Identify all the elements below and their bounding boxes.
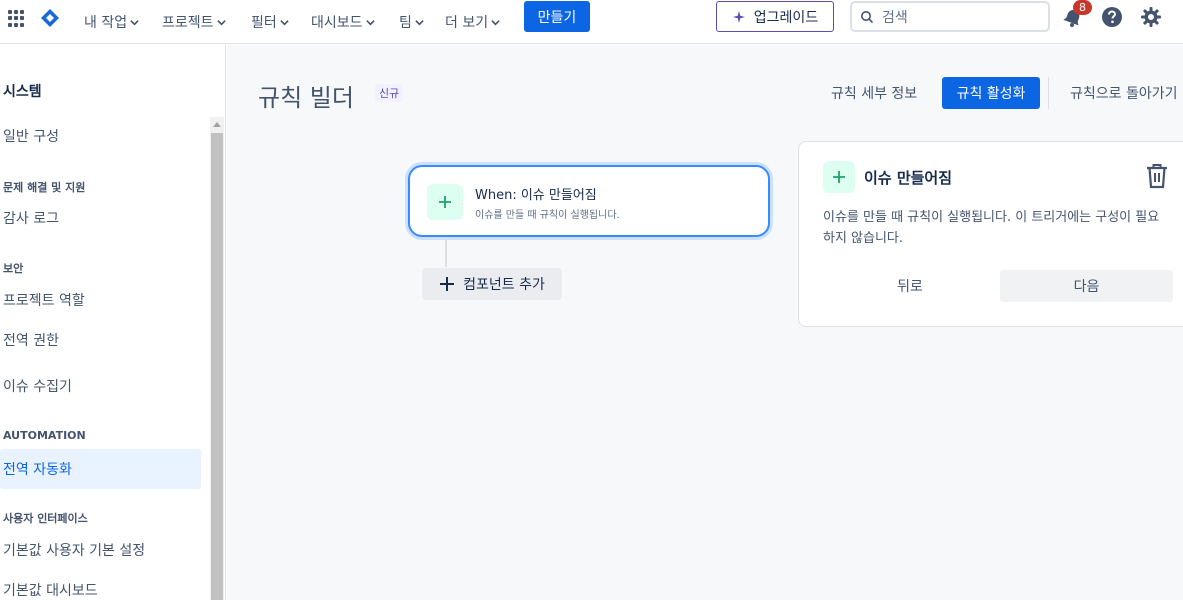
sidebar-section-user-interface: 사용자 인터페이스 xyxy=(3,512,88,525)
notification-badge: 8 xyxy=(1073,0,1092,15)
flow-connector xyxy=(445,239,447,267)
plus-icon xyxy=(439,196,451,208)
sidebar-item-default-user-preferences[interactable]: 기본값 사용자 기본 설정 xyxy=(0,530,201,570)
plus-icon xyxy=(440,277,455,291)
page-title: 규칙 빌더 xyxy=(258,84,354,112)
nav-filters[interactable]: 필터 xyxy=(251,0,289,44)
rule-details-link[interactable]: 규칙 세부 정보 xyxy=(831,77,917,109)
sidebar-item-issue-collectors[interactable]: 이슈 수집기 xyxy=(0,366,201,406)
trigger-icon xyxy=(427,184,463,220)
trigger-card[interactable]: When: 이슈 만들어짐 이슈를 만들 때 규칙이 실행됩니다. xyxy=(408,165,770,237)
sidebar-item-project-roles[interactable]: 프로젝트 역할 xyxy=(0,280,201,320)
sparkle-icon xyxy=(732,10,745,23)
trigger-description: 이슈를 만들 때 규칙이 실행됩니다. xyxy=(475,210,620,221)
help-icon[interactable] xyxy=(1101,6,1123,28)
header-divider xyxy=(1048,77,1049,109)
sidebar: 시스템 일반 구성 문제 해결 및 지원 감사 로그 보안 프로젝트 역할 전역… xyxy=(0,45,226,600)
upgrade-button[interactable]: 업그레이드 xyxy=(716,1,834,32)
trigger-config-panel: 이슈 만들어짐 이슈를 만들 때 규칙이 실행됩니다. 이 트리거에는 구성이 … xyxy=(798,141,1183,327)
sidebar-section-automation: AUTOMATION xyxy=(3,429,86,442)
chevron-down-icon xyxy=(491,19,500,25)
chevron-down-icon xyxy=(280,19,289,25)
trigger-title: When: 이슈 만들어짐 xyxy=(475,188,597,203)
search-placeholder: 검색 xyxy=(882,9,908,26)
back-to-rules-link[interactable]: 규칙으로 돌아가기 xyxy=(1070,77,1178,109)
scroll-up-arrow-icon[interactable] xyxy=(213,122,221,127)
new-badge: 신규 xyxy=(375,84,404,102)
nav-teams[interactable]: 팀 xyxy=(399,0,424,44)
back-button[interactable]: 뒤로 xyxy=(823,270,997,302)
add-component-button[interactable]: 컴포넌트 추가 xyxy=(422,268,562,300)
top-navigation: 내 작업 프로젝트 필터 대시보드 팀 더 보기 만들기 업그레이드 검색 8 xyxy=(0,0,1183,44)
panel-title: 이슈 만들어짐 xyxy=(864,169,953,187)
enable-rule-button[interactable]: 규칙 활성화 xyxy=(942,77,1040,109)
nav-dashboards[interactable]: 대시보드 xyxy=(311,0,375,44)
chevron-down-icon xyxy=(365,19,375,25)
plus-icon xyxy=(833,171,845,183)
app-switcher-icon[interactable] xyxy=(8,10,25,27)
panel-description: 이슈를 만들 때 규칙이 실행됩니다. 이 트리거에는 구성이 필요하지 않습니… xyxy=(823,210,1160,246)
panel-trigger-icon xyxy=(823,161,855,193)
next-button[interactable]: 다음 xyxy=(1000,270,1173,302)
nav-my-work[interactable]: 내 작업 xyxy=(84,0,139,44)
create-button[interactable]: 만들기 xyxy=(524,1,590,32)
chevron-down-icon xyxy=(216,19,226,25)
search-icon xyxy=(861,10,874,23)
sidebar-scrollbar-thumb[interactable] xyxy=(211,133,223,600)
main-content: 규칙 빌더 신규 규칙 세부 정보 규칙 활성화 규칙으로 돌아가기 When:… xyxy=(227,45,1183,600)
sidebar-title: 시스템 xyxy=(3,84,42,100)
nav-projects[interactable]: 프로젝트 xyxy=(162,0,226,44)
sidebar-item-default-dashboard[interactable]: 기본값 대시보드 xyxy=(0,570,201,600)
sidebar-section-security: 보안 xyxy=(3,262,24,275)
chevron-down-icon xyxy=(130,19,139,25)
sidebar-item-audit-log[interactable]: 감사 로그 xyxy=(0,198,201,238)
sidebar-item-global-automation[interactable]: 전역 자동화 xyxy=(0,449,201,489)
sidebar-section-troubleshooting: 문제 해결 및 지원 xyxy=(3,181,86,194)
trash-icon[interactable] xyxy=(1145,163,1169,189)
settings-gear-icon[interactable] xyxy=(1140,6,1162,28)
search-input[interactable]: 검색 xyxy=(850,1,1050,32)
nav-more[interactable]: 더 보기 xyxy=(445,0,500,44)
sidebar-item-general-config[interactable]: 일반 구성 xyxy=(0,116,201,156)
jira-logo-icon[interactable] xyxy=(40,8,60,28)
chevron-down-icon xyxy=(415,19,424,25)
sidebar-item-global-permissions[interactable]: 전역 권한 xyxy=(0,320,201,360)
